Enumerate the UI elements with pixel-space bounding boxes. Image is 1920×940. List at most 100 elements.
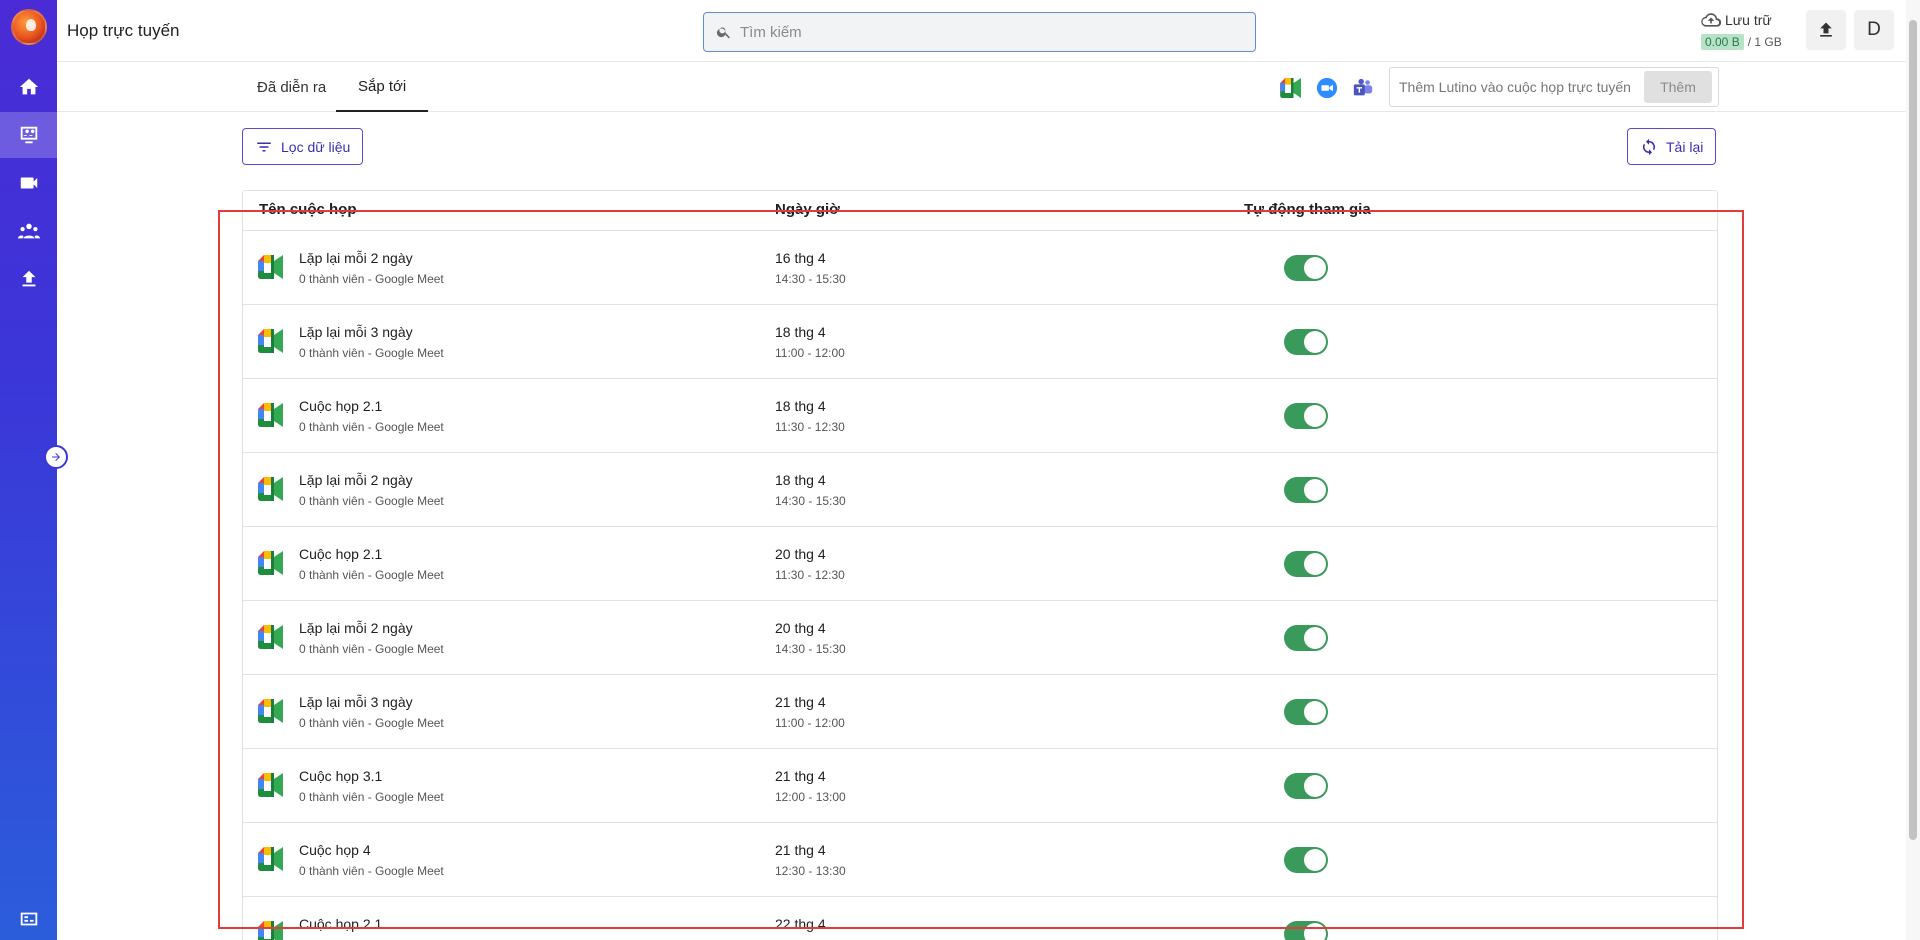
add-bot-box: Thêm <box>1389 67 1719 107</box>
app-logo[interactable] <box>11 9 47 45</box>
meeting-title: Lặp lại mỗi 2 ngày <box>299 620 413 636</box>
storage-used: 0.00 B <box>1701 34 1744 50</box>
arrow-right-icon <box>52 453 60 461</box>
google-meet-icon-wrap <box>258 921 284 940</box>
auto-join-toggle[interactable] <box>1284 477 1328 503</box>
meeting-date: 21 thg 4 <box>775 694 826 710</box>
auto-join-toggle[interactable] <box>1284 625 1328 651</box>
zoom-icon <box>1316 77 1338 99</box>
sidebar-item-groups[interactable] <box>0 208 57 254</box>
google-meet-icon <box>258 847 283 871</box>
group-icon <box>17 223 40 239</box>
google-meet-provider[interactable] <box>1279 76 1303 100</box>
search-box[interactable] <box>703 12 1256 52</box>
tab-past[interactable]: Đã diễn ra <box>257 62 326 112</box>
meeting-subtitle: 0 thành viên - Google Meet <box>299 716 444 730</box>
zoom-provider[interactable] <box>1315 76 1339 100</box>
meeting-time: 14:30 - 15:30 <box>775 272 846 286</box>
meeting-date: 21 thg 4 <box>775 768 826 784</box>
table-row[interactable]: Lặp lại mỗi 2 ngày 0 thành viên - Google … <box>243 601 1717 675</box>
sidebar-item-billing[interactable] <box>0 896 57 940</box>
google-meet-icon <box>258 255 283 279</box>
column-header-datetime[interactable]: Ngày giờ <box>775 201 840 218</box>
meeting-time: 14:30 - 15:30 <box>775 494 846 508</box>
storage-total: / 1 GB <box>1747 35 1782 49</box>
search-input[interactable] <box>740 23 1220 41</box>
meeting-title: Lặp lại mỗi 3 ngày <box>299 694 413 710</box>
meeting-subtitle: 0 thành viên - Google Meet <box>299 568 444 582</box>
avatar[interactable]: D <box>1854 10 1894 50</box>
teams-provider[interactable] <box>1351 76 1375 100</box>
google-meet-icon <box>258 477 283 501</box>
table-row[interactable]: Cuộc họp 2.10 thành viên - Google Meet22… <box>243 897 1717 940</box>
column-header-name[interactable]: Tên cuộc họp <box>259 201 357 218</box>
expand-sidebar-button[interactable] <box>44 445 68 469</box>
meeting-date: 16 thg 4 <box>775 250 826 266</box>
google-meet-icon <box>258 403 283 427</box>
auto-join-toggle[interactable] <box>1284 699 1328 725</box>
reload-label: Tải lại <box>1666 138 1704 155</box>
add-button[interactable]: Thêm <box>1644 71 1712 103</box>
meeting-date: 22 thg 4 <box>775 916 826 932</box>
auto-join-toggle[interactable] <box>1284 921 1328 940</box>
scrollbar[interactable] <box>1906 0 1920 940</box>
filter-icon <box>257 142 271 151</box>
auto-join-toggle[interactable] <box>1284 847 1328 873</box>
filter-button[interactable]: Lọc dữ liệu <box>242 128 364 165</box>
header: Họp trực tuyến Lưu trữ 0.00 B / 1 GB D <box>57 0 1920 62</box>
table-row[interactable]: Cuộc họp 2.1 0 thành viên - Google Meet 20… <box>243 527 1717 601</box>
filter-label: Lọc dữ liệu <box>281 138 351 155</box>
meeting-time: 12:30 - 13:30 <box>775 864 846 878</box>
meeting-subtitle: 0 thành viên - Google Meet <box>299 346 444 360</box>
meeting-title: Cuộc họp 3.1 <box>299 768 383 784</box>
column-header-auto-join[interactable]: Tự động tham gia <box>1244 201 1371 218</box>
google-meet-icon <box>1280 78 1301 98</box>
sidebar-item-home[interactable] <box>0 64 57 110</box>
storage-label: Lưu trữ <box>1725 12 1772 28</box>
reload-button[interactable]: Tải lại <box>1627 128 1717 165</box>
auto-join-toggle[interactable] <box>1284 255 1328 281</box>
sidebar-item-video[interactable] <box>0 160 57 206</box>
meeting-room-icon <box>20 126 37 144</box>
table-row[interactable]: Lặp lại mỗi 2 ngày 0 thành viên - Google … <box>243 231 1717 305</box>
video-icon <box>20 177 37 189</box>
sidebar-item-upload[interactable] <box>0 256 57 302</box>
meeting-time: 12:00 - 13:00 <box>775 790 846 804</box>
meeting-link-input[interactable] <box>1399 79 1644 95</box>
upload-button[interactable] <box>1806 10 1846 50</box>
meeting-date: 18 thg 4 <box>775 398 826 414</box>
meeting-date: 18 thg 4 <box>775 324 826 340</box>
google-meet-icon <box>258 773 283 797</box>
app-root: Họp trực tuyến Lưu trữ 0.00 B / 1 GB D Đ… <box>0 0 1920 940</box>
table-row[interactable]: Lặp lại mỗi 3 ngày 0 thành viên - Google … <box>243 675 1717 749</box>
table-header: Tên cuộc họp Ngày giờ Tự động tham gia <box>243 191 1717 231</box>
table-row[interactable]: Cuộc họp 3.1 0 thành viên - Google Meet 21… <box>243 749 1717 823</box>
auto-join-toggle[interactable] <box>1284 773 1328 799</box>
billing-card-icon <box>20 912 37 926</box>
meeting-time: 11:00 - 12:00 <box>775 716 845 730</box>
meeting-title: Cuộc họp 2.1 <box>299 546 383 562</box>
meeting-subtitle: 0 thành viên - Google Meet <box>299 272 444 286</box>
table-row[interactable]: Lặp lại mỗi 3 ngày 0 thành viên - Google … <box>243 305 1717 379</box>
google-meet-icon-wrap <box>258 847 284 871</box>
scrollbar-thumb[interactable] <box>1909 20 1917 840</box>
tabs-bar: Đã diễn ra Sắp tới Thêm Lutino vào cuộc … <box>57 62 1920 112</box>
auto-join-toggle[interactable] <box>1284 403 1328 429</box>
table-row[interactable]: Cuộc họp 4 0 thành viên - Google Meet 21 t… <box>243 823 1717 897</box>
table-row[interactable]: Lặp lại mỗi 2 ngày 0 thành viên - Google … <box>243 453 1717 527</box>
table-row[interactable]: Cuộc họp 2.1 0 thành viên - Google Meet 18… <box>243 379 1717 453</box>
auto-join-toggle[interactable] <box>1284 329 1328 355</box>
meeting-date: 20 thg 4 <box>775 620 826 636</box>
refresh-icon <box>1642 138 1656 155</box>
google-meet-icon-wrap <box>258 329 284 353</box>
meeting-date: 18 thg 4 <box>775 472 826 488</box>
meetings-table: Tên cuộc họp Ngày giờ Tự động tham gia L… <box>242 190 1718 940</box>
meeting-date: 20 thg 4 <box>775 546 826 562</box>
upload-icon <box>1820 22 1832 37</box>
google-meet-icon <box>258 625 283 649</box>
google-meet-icon-wrap <box>258 403 284 427</box>
sidebar-item-meetings[interactable] <box>0 112 57 158</box>
tab-upcoming[interactable]: Sắp tới <box>336 62 429 112</box>
auto-join-toggle[interactable] <box>1284 551 1328 577</box>
meeting-date: 21 thg 4 <box>775 842 826 858</box>
